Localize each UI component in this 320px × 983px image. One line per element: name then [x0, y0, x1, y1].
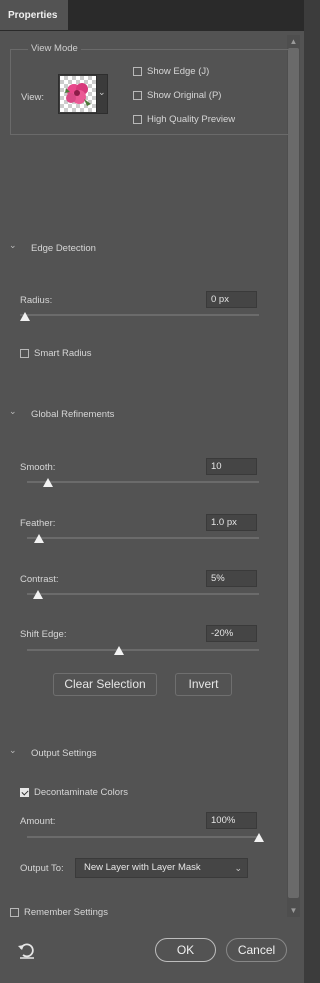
smart-radius-checkbox[interactable]: [20, 349, 29, 358]
view-label: View:: [21, 92, 45, 103]
radius-slider-track[interactable]: [20, 314, 259, 316]
edge-detection-title[interactable]: Edge Detection: [31, 243, 96, 254]
chevron-down-icon[interactable]: ⌄: [9, 745, 17, 756]
clear-selection-button[interactable]: Clear Selection: [53, 673, 157, 696]
chevron-down-icon: ⌄: [234, 863, 242, 873]
ok-button[interactable]: OK: [155, 938, 216, 962]
shift-edge-slider-thumb[interactable]: [114, 646, 124, 655]
decontaminate-colors-label: Decontaminate Colors: [34, 787, 128, 798]
amount-slider-thumb[interactable]: [254, 833, 264, 842]
shift-edge-input[interactable]: -20%: [206, 625, 257, 642]
chevron-down-icon[interactable]: ⌄: [98, 87, 106, 98]
invert-button[interactable]: Invert: [175, 673, 232, 696]
scroll-up-arrow-icon[interactable]: ▲: [287, 36, 300, 48]
contrast-slider-thumb[interactable]: [33, 590, 43, 599]
remember-settings-label: Remember Settings: [24, 907, 108, 918]
contrast-slider-track[interactable]: [27, 593, 259, 595]
view-mode-legend: View Mode: [28, 43, 81, 54]
decontaminate-colors-checkbox[interactable]: [20, 788, 29, 797]
contrast-input[interactable]: 5%: [206, 570, 257, 587]
shift-edge-slider-track[interactable]: [27, 649, 259, 651]
preview-thumbnail: [60, 76, 96, 112]
smart-radius-label: Smart Radius: [34, 348, 92, 359]
feather-slider-thumb[interactable]: [34, 534, 44, 543]
radius-label: Radius:: [20, 295, 53, 306]
feather-input[interactable]: 1.0 px: [206, 514, 257, 531]
scroll-down-arrow-icon[interactable]: ▼: [287, 905, 300, 917]
high-quality-preview-checkbox[interactable]: [133, 115, 142, 124]
smooth-label: Smooth:: [20, 462, 56, 473]
amount-slider-track[interactable]: [27, 836, 259, 838]
radius-slider-thumb[interactable]: [20, 312, 30, 321]
output-to-label: Output To:: [20, 863, 64, 874]
contrast-label: Contrast:: [20, 574, 59, 585]
output-to-select[interactable]: New Layer with Layer Mask ⌄: [75, 858, 248, 878]
chevron-down-icon[interactable]: ⌄: [9, 240, 17, 251]
show-original-label: Show Original (P): [147, 90, 222, 101]
smooth-input[interactable]: 10: [206, 458, 257, 475]
picker-divider: [96, 75, 97, 113]
tab-properties[interactable]: Properties: [0, 0, 68, 30]
output-to-value: New Layer with Layer Mask: [84, 862, 201, 873]
remember-settings-checkbox[interactable]: [10, 908, 19, 917]
show-edge-checkbox[interactable]: [133, 67, 142, 76]
smooth-slider-thumb[interactable]: [43, 478, 53, 487]
reset-icon[interactable]: [17, 942, 37, 960]
view-mode-picker[interactable]: ⌄: [58, 74, 108, 114]
flower-image-icon: [65, 83, 91, 106]
amount-input[interactable]: 100%: [206, 812, 257, 829]
cancel-button[interactable]: Cancel: [226, 938, 287, 962]
amount-label: Amount:: [20, 816, 56, 827]
chevron-down-icon[interactable]: ⌄: [9, 406, 17, 417]
scrollbar-thumb[interactable]: [288, 48, 299, 898]
shift-edge-label: Shift Edge:: [20, 629, 67, 640]
feather-label: Feather:: [20, 518, 56, 529]
feather-slider-track[interactable]: [27, 537, 259, 539]
output-settings-title[interactable]: Output Settings: [31, 748, 96, 759]
show-original-checkbox[interactable]: [133, 91, 142, 100]
smooth-slider-track[interactable]: [27, 481, 259, 483]
radius-input[interactable]: 0 px: [206, 291, 257, 308]
high-quality-preview-label: High Quality Preview: [147, 114, 236, 125]
show-edge-label: Show Edge (J): [147, 66, 210, 77]
global-refinements-title[interactable]: Global Refinements: [31, 409, 114, 420]
